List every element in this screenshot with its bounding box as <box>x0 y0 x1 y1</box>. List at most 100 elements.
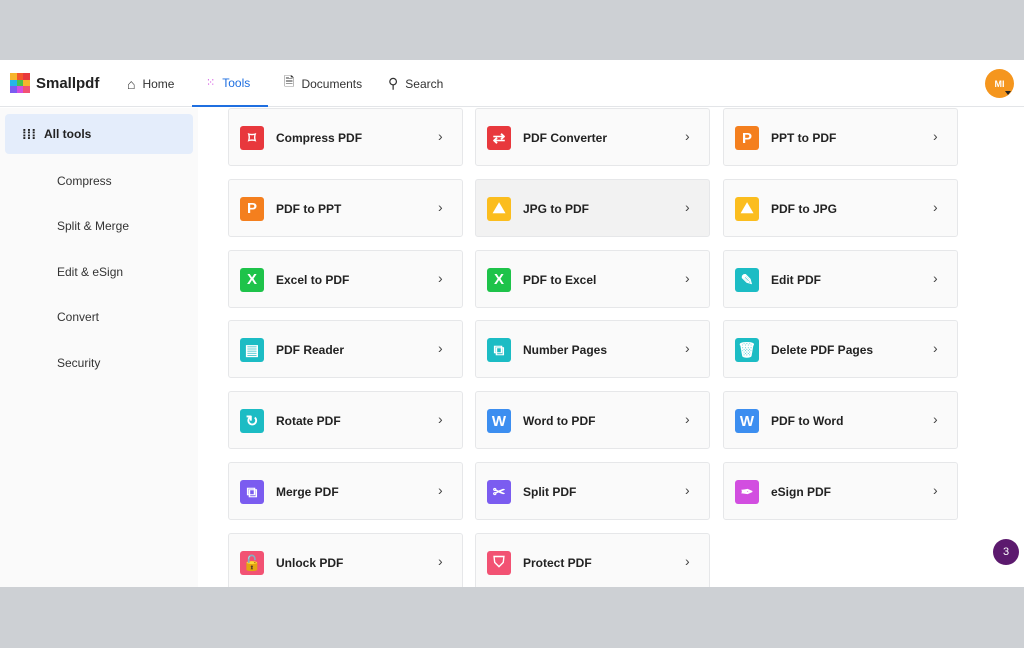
tools-grid-icon: ⁙ <box>206 77 216 89</box>
document-icon: 🗎 <box>284 73 295 89</box>
grid-icon: ⁞⁞⁞ <box>22 126 36 142</box>
sidebar-item-split-merge[interactable]: Split & Merge <box>57 219 129 233</box>
all-tools-label: All tools <box>44 127 92 141</box>
nav-tools[interactable]: ⁙ Tools <box>192 60 268 107</box>
tool-card-rotate-pdf[interactable]: ↻ Rotate PDF › <box>228 391 463 450</box>
tool-card-delete-pdf-pages[interactable]: 🗑 Delete PDF Pages › <box>723 320 958 379</box>
chevron-right-icon: › <box>438 411 443 428</box>
tool-label: PDF Reader <box>276 343 345 358</box>
tool-card-pdf-to-ppt[interactable]: P PDF to PPT › <box>228 178 463 237</box>
home-icon: ⌂ <box>127 75 136 92</box>
chevron-right-icon: › <box>933 128 938 144</box>
chevron-right-icon: › <box>685 552 690 569</box>
nav-tools-label: Tools <box>222 75 251 90</box>
rotate-pdf-icon: ↻ <box>240 409 264 434</box>
tool-card-esign-pdf[interactable]: ✒ eSign PDF › <box>723 462 958 520</box>
sidebar-item-security[interactable]: Security <box>57 356 100 370</box>
tool-card-jpg-to-pdf[interactable]: ⛰ JPG to PDF › <box>475 178 710 237</box>
tool-label: Protect PDF <box>523 555 592 570</box>
sidebar: ⁞⁞⁞ All tools Compress Split & Merge Edit… <box>0 108 198 587</box>
tool-card-split-pdf[interactable]: ✂ Split PDF › <box>475 462 710 520</box>
tool-label: Delete PDF Pages <box>771 343 874 358</box>
tool-label: Excel to PDF <box>276 272 350 287</box>
pdf-converter-icon: ⇄ <box>487 126 511 150</box>
compress-pdf-icon: ⌑ <box>240 126 264 150</box>
sidebar-item-all-tools[interactable]: ⁞⁞⁞ All tools <box>5 114 193 154</box>
search-icon: ⚲ <box>388 75 399 91</box>
tool-card-protect-pdf[interactable]: ⛉ Protect PDF › <box>475 532 710 587</box>
nav-home-label: Home <box>142 76 175 91</box>
tool-label: PDF Converter <box>523 131 608 145</box>
pdf-to-word-icon: W <box>735 409 759 434</box>
unlock-pdf-icon: 🔓 <box>240 550 264 575</box>
chevron-right-icon: › <box>685 198 690 215</box>
sidebar-item-edit-esign[interactable]: Edit & eSign <box>57 265 123 279</box>
merge-pdf-icon: ⧉ <box>240 480 264 504</box>
number-pages-icon: ⧉ <box>487 338 511 363</box>
tool-card-merge-pdf[interactable]: ⧉ Merge PDF › <box>228 462 463 520</box>
tool-label: eSign PDF <box>771 485 832 499</box>
pdf-to-ppt-icon: P <box>240 196 264 221</box>
chevron-right-icon: › <box>685 482 690 498</box>
protect-pdf-icon: ⛉ <box>487 550 511 575</box>
tool-label: Unlock PDF <box>276 555 344 570</box>
tool-label: Rotate PDF <box>276 414 341 429</box>
smallpdf-logo-icon <box>10 73 30 93</box>
chevron-right-icon: › <box>438 128 443 144</box>
nav-home[interactable]: ⌂ Home <box>113 60 188 107</box>
sidebar-item-compress[interactable]: Compress <box>57 174 112 188</box>
chevron-right-icon: › <box>438 198 443 215</box>
chevron-right-icon: › <box>933 269 938 286</box>
top-nav: Smallpdf ⌂ Home ⁙ Tools 🗎 Documents ⚲ Search… <box>0 60 1024 107</box>
tool-card-pdf-to-excel[interactable]: X PDF to Excel › <box>475 249 710 308</box>
chevron-right-icon: › <box>438 552 443 569</box>
tool-card-pdf-to-word[interactable]: W PDF to Word › <box>723 391 958 450</box>
tool-label: Split PDF <box>523 485 577 499</box>
tool-label: PDF to JPG <box>771 201 838 216</box>
esign-pdf-icon: ✒ <box>735 480 759 504</box>
tool-card-ppt-to-pdf[interactable]: P PPT to PDF › <box>723 108 958 166</box>
nav-search-label: Search <box>405 76 444 91</box>
nav-documents-label: Documents <box>301 76 363 91</box>
sidebar-item-convert[interactable]: Convert <box>57 310 99 324</box>
nav-search[interactable]: ⚲ Search <box>374 60 457 107</box>
tool-card-compress-pdf[interactable]: ⌑ Compress PDF › <box>228 108 463 166</box>
chevron-right-icon: › <box>933 482 938 498</box>
tool-label: PDF to Word <box>771 414 844 429</box>
tool-card-pdf-to-jpg[interactable]: ⛰ PDF to JPG › <box>723 178 958 237</box>
tool-card-unlock-pdf[interactable]: 🔓 Unlock PDF › <box>228 532 463 587</box>
tool-card-edit-pdf[interactable]: ✎ Edit PDF › <box>723 249 958 308</box>
jpg-to-pdf-icon: ⛰ <box>487 196 511 221</box>
excel-to-pdf-icon: X <box>240 267 264 292</box>
tool-label: PDF to Excel <box>523 272 597 287</box>
tool-card-pdf-reader[interactable]: ▤ PDF Reader › <box>228 320 463 379</box>
app-page: Smallpdf ⌂ Home ⁙ Tools 🗎 Documents ⚲ Search… <box>0 60 1024 587</box>
tool-label: Edit PDF <box>771 272 821 287</box>
pdf-reader-icon: ▤ <box>240 338 264 363</box>
tool-label: Compress PDF <box>276 131 363 145</box>
delete-pdf-pages-icon: 🗑 <box>735 338 759 363</box>
tool-label: PPT to PDF <box>771 131 837 145</box>
chevron-right-icon: › <box>438 482 443 498</box>
edit-pdf-icon: ✎ <box>735 267 759 292</box>
tool-label: Number Pages <box>523 343 608 358</box>
chevron-right-icon: › <box>685 269 690 286</box>
avatar-caret-icon[interactable] <box>1005 91 1011 95</box>
pdf-to-excel-icon: X <box>487 267 511 292</box>
tool-card-excel-to-pdf[interactable]: X Excel to PDF › <box>228 249 463 308</box>
notification-badge[interactable]: 3 <box>993 539 1019 565</box>
tool-label: JPG to PDF <box>523 201 590 216</box>
tool-card-word-to-pdf[interactable]: W Word to PDF › <box>475 391 710 450</box>
nav-documents[interactable]: 🗎 Documents <box>270 60 376 107</box>
pdf-to-jpg-icon: ⛰ <box>735 196 759 221</box>
chevron-right-icon: › <box>933 198 938 215</box>
tool-card-pdf-converter[interactable]: ⇄ PDF Converter › <box>475 108 710 166</box>
chevron-right-icon: › <box>933 340 938 357</box>
smallpdf-logo[interactable]: Smallpdf <box>10 73 99 93</box>
tool-label: Merge PDF <box>276 485 339 499</box>
chevron-right-icon: › <box>685 411 690 428</box>
tool-card-number-pages[interactable]: ⧉ Number Pages › <box>475 320 710 379</box>
chevron-right-icon: › <box>438 269 443 286</box>
chevron-right-icon: › <box>685 128 690 144</box>
brand-name: Smallpdf <box>36 74 100 92</box>
